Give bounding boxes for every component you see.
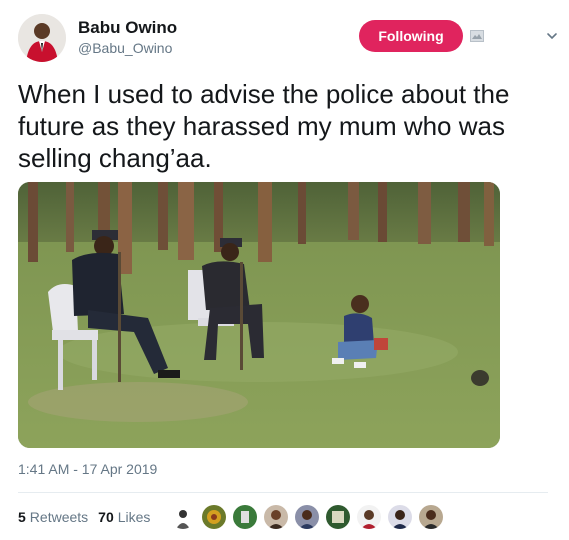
author-avatar[interactable] xyxy=(18,14,66,62)
likes-label: Likes xyxy=(117,509,151,525)
liker-avatar[interactable] xyxy=(263,504,289,530)
divider xyxy=(18,492,548,493)
liker-avatar[interactable] xyxy=(294,504,320,530)
likes-stat[interactable]: 70 Likes xyxy=(98,509,150,525)
retweets-label: Retweets xyxy=(29,509,89,525)
liker-avatar[interactable] xyxy=(325,504,351,530)
likers-avatars xyxy=(170,504,449,530)
liker-avatar[interactable] xyxy=(356,504,382,530)
liker-avatar[interactable] xyxy=(232,504,258,530)
tweet-timestamp[interactable]: 1:41 AM - 17 Apr 2019 xyxy=(18,461,157,477)
tweet-text: When I used to advise the police about t… xyxy=(18,78,548,174)
tweet-text-line: selling chang’aa. xyxy=(18,143,212,173)
tweet-text-line: When I used to advise the police about t… xyxy=(18,79,510,109)
tweet-text-line: future as they harassed my mum who was xyxy=(18,111,505,141)
tweet-photo[interactable] xyxy=(18,182,500,448)
liker-avatar[interactable] xyxy=(201,504,227,530)
liker-avatar[interactable] xyxy=(170,504,196,530)
following-button[interactable]: Following xyxy=(359,20,463,52)
image-badge-icon xyxy=(470,30,484,42)
tweet-header: Babu Owino @Babu_Owino Following xyxy=(18,14,558,64)
liker-avatar[interactable] xyxy=(387,504,413,530)
chevron-down-icon[interactable] xyxy=(546,30,558,42)
tweet-stats: 5 Retweets 70 Likes xyxy=(18,505,160,529)
retweets-count: 5 xyxy=(18,509,26,525)
liker-avatar[interactable] xyxy=(418,504,444,530)
author-name[interactable]: Babu Owino xyxy=(78,18,177,38)
retweets-stat[interactable]: 5 Retweets xyxy=(18,509,88,525)
likes-count: 70 xyxy=(98,509,114,525)
author-handle[interactable]: @Babu_Owino xyxy=(78,40,172,56)
